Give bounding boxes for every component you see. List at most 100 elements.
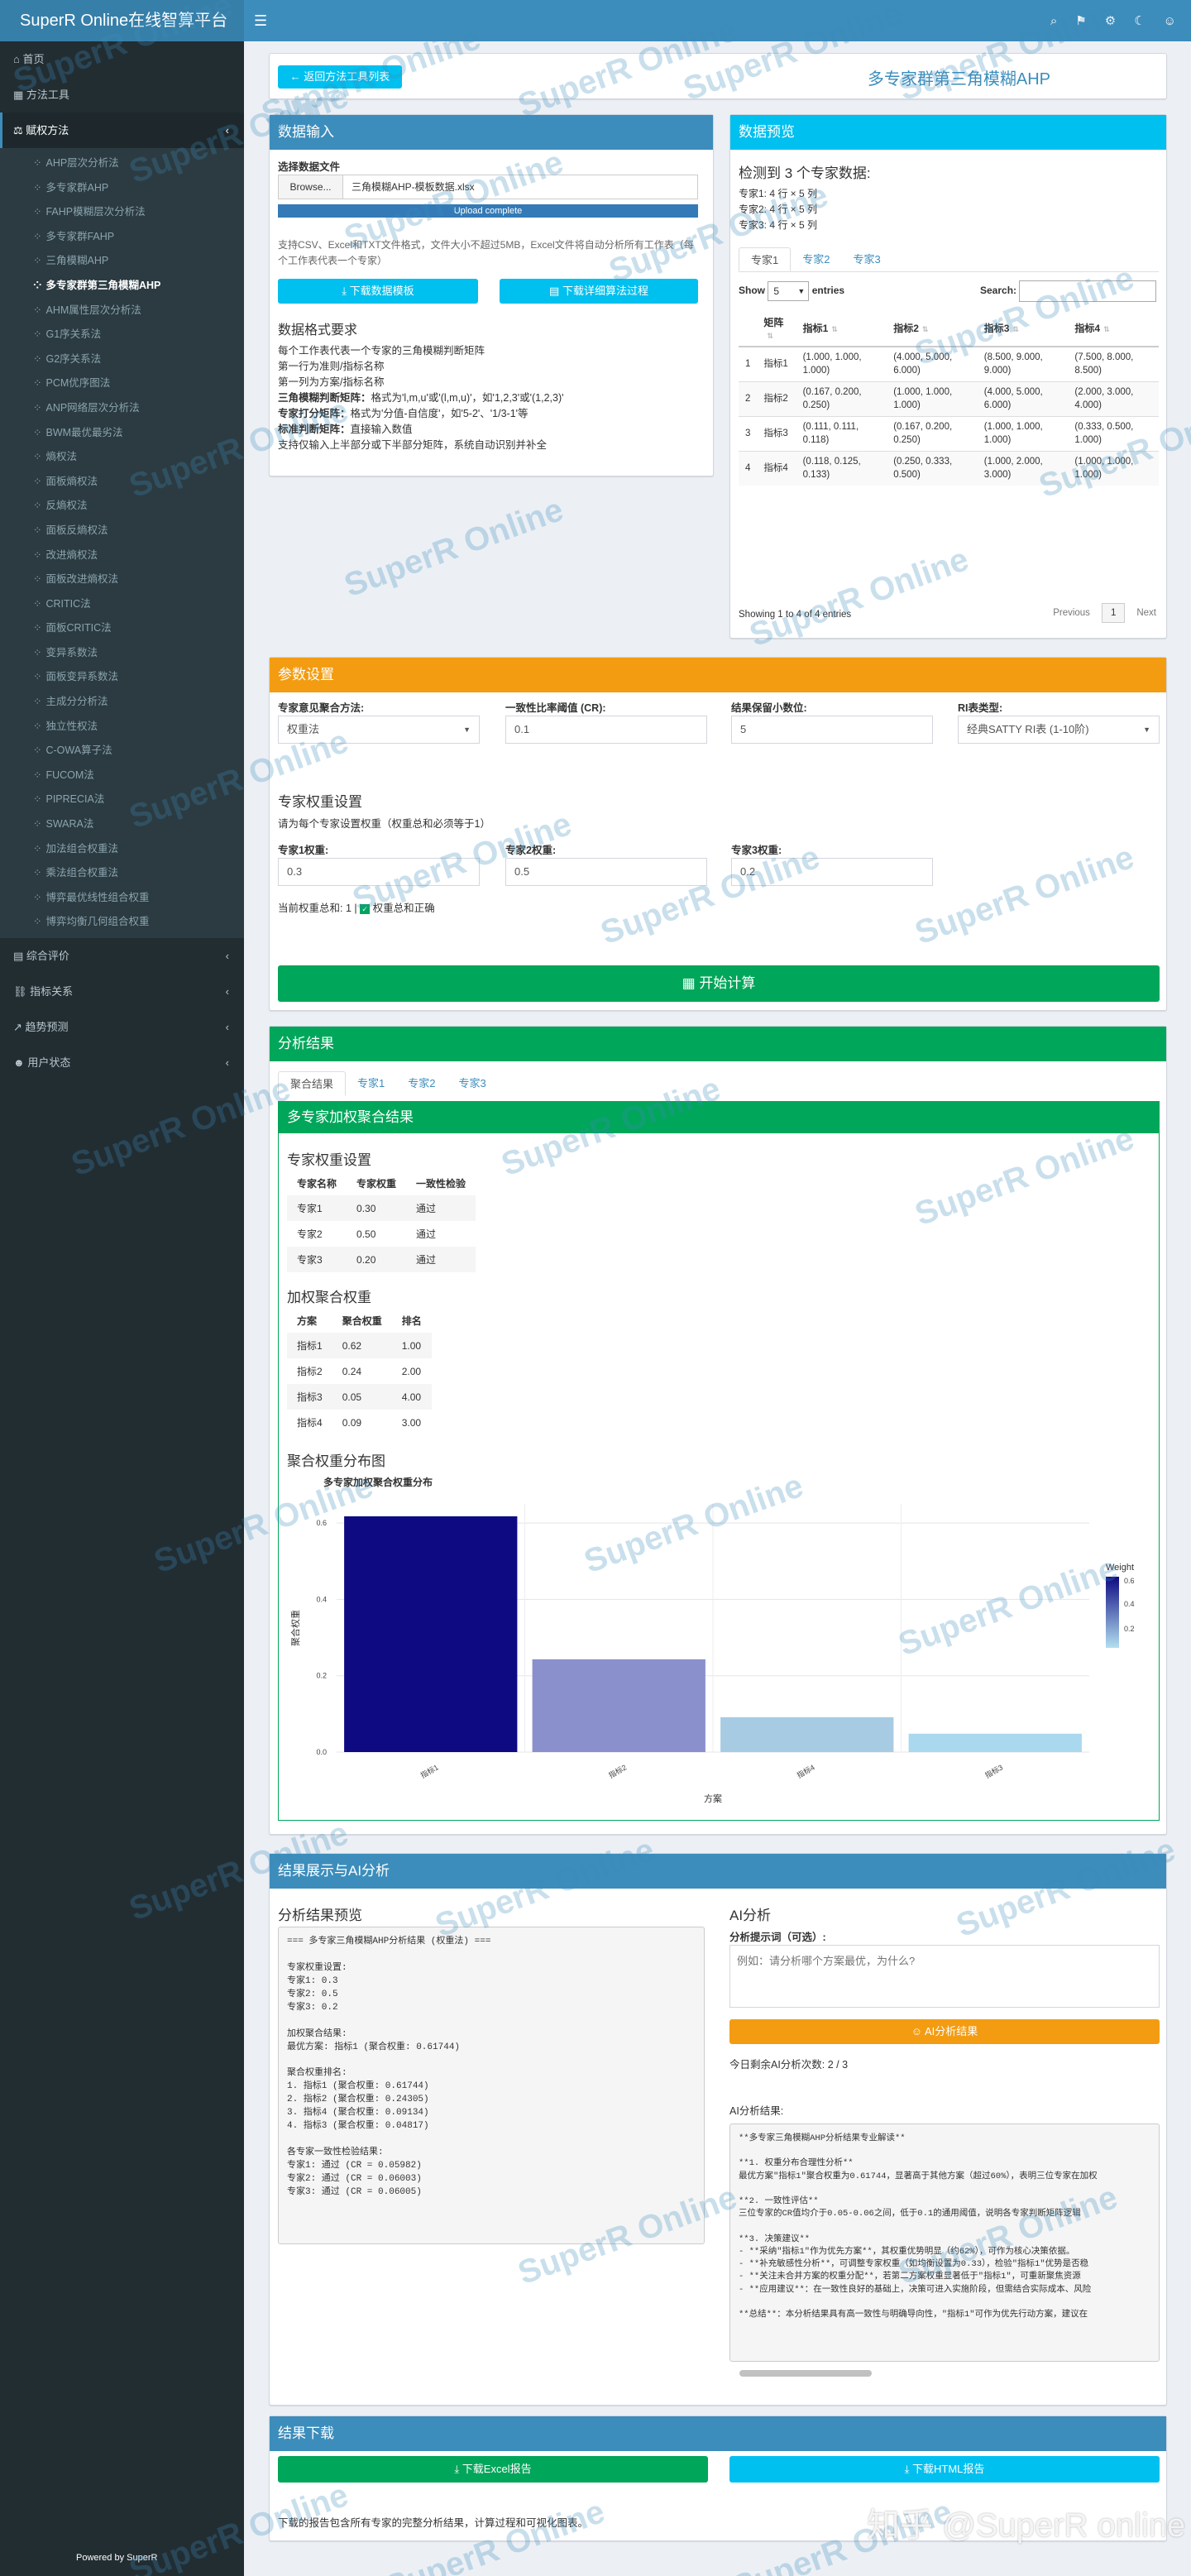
- sidebar-subitem[interactable]: ⁘ ANP网络层次分析法: [0, 396, 244, 421]
- sidebar-subitem[interactable]: ⁘ FUCOM法: [0, 764, 244, 788]
- prompt-label: 分析提示词（可选）:: [729, 1932, 826, 1943]
- sort-icon: ⇅: [1103, 325, 1110, 333]
- table-header[interactable]: 指标1 ⇅: [796, 310, 887, 347]
- sidebar-subitem[interactable]: ⁘ 乘法组合权重法: [0, 861, 244, 886]
- sidebar-subitem[interactable]: ⁘ 多专家群第三角模糊AHP: [0, 274, 244, 299]
- sidebar-item-home[interactable]: ⌂ 首页: [0, 41, 244, 77]
- expert3-weight-input[interactable]: 0.2: [731, 858, 933, 886]
- sidebar-subitem[interactable]: ⁘ 博弈均衡几何组合权重: [0, 910, 244, 935]
- sidebar-subitem[interactable]: ⁘ PCM优序图法: [0, 371, 244, 396]
- table-header[interactable]: 指标3 ⇅: [977, 310, 1069, 347]
- legend-colorbar: [1106, 1577, 1119, 1648]
- sidebar-subitem[interactable]: ⁘ C-OWA算子法: [0, 739, 244, 764]
- prev-page-button[interactable]: Previous: [1053, 608, 1090, 618]
- sum-ok-text: 权重总和正确: [372, 903, 435, 914]
- prompt-input[interactable]: [729, 1945, 1160, 2008]
- chevron-left-icon: ‹: [225, 1056, 229, 1069]
- table-header[interactable]: 矩阵⇅: [757, 310, 796, 347]
- sidebar-subitem[interactable]: ⁘ 加法组合权重法: [0, 837, 244, 862]
- sidebar-item-forecast[interactable]: ↗ 趋势预测 ‹: [0, 1009, 244, 1045]
- bullet-icon: ⁘: [33, 451, 42, 463]
- data-preview-title: 数据预览: [730, 115, 1166, 150]
- download-algorithm-button[interactable]: ▤ 下载详细算法过程: [500, 279, 698, 304]
- sidebar-subitem[interactable]: ⁘ 独立性权法: [0, 715, 244, 740]
- sidebar-subitem[interactable]: ⁘ G2序关系法: [0, 347, 244, 372]
- tab-expert2[interactable]: 专家2: [791, 247, 841, 271]
- tab-aggregate[interactable]: 聚合结果: [278, 1071, 347, 1096]
- y-tick-label: 0.2: [316, 1672, 327, 1680]
- sidebar-subitem[interactable]: ⁘ 面板CRITIC法: [0, 616, 244, 641]
- entries-select[interactable]: 5 ▼: [768, 280, 810, 301]
- sidebar-subitem[interactable]: ⁘ 面板变异系数法: [0, 665, 244, 690]
- sidebar-subitem[interactable]: ⁘ FAHP模糊层次分析法: [0, 200, 244, 225]
- sidebar-subitem[interactable]: ⁘ BWM最优最劣法: [0, 421, 244, 446]
- calculate-button[interactable]: ▦ 开始计算: [278, 965, 1160, 1002]
- sidebar-subitem[interactable]: ⁘ 面板熵权法: [0, 470, 244, 495]
- sidebar-item-weighting[interactable]: ⚖ 赋权方法 ‹: [0, 113, 244, 148]
- sidebar-subitem[interactable]: ⁘ 熵权法: [0, 445, 244, 470]
- sidebar-subitem[interactable]: ⁘ 反熵权法: [0, 494, 244, 519]
- sidebar-item-evaluation[interactable]: ▤ 综合评价 ‹: [0, 938, 244, 974]
- back-button[interactable]: ← 返回方法工具列表: [278, 65, 402, 89]
- sort-icon: ⇅: [767, 332, 773, 340]
- ai-analyze-button[interactable]: ☺ AI分析结果: [729, 2019, 1160, 2044]
- decimals-input[interactable]: 5: [731, 716, 933, 744]
- sidebar-subitem[interactable]: ⁘ AHP层次分析法: [0, 151, 244, 176]
- cr-input[interactable]: 0.1: [505, 716, 707, 744]
- expert1-weight-input[interactable]: 0.3: [278, 858, 480, 886]
- tab-result-expert3[interactable]: 专家3: [447, 1071, 497, 1096]
- download-title: 结果下载: [270, 2416, 1166, 2451]
- settings-icon[interactable]: ⚙: [1105, 13, 1116, 28]
- weight-sum: 当前权重总和: 1 | ✓ 权重总和正确: [278, 903, 435, 914]
- sidebar-item-relations[interactable]: ⛓ 指标关系 ‹: [0, 974, 244, 1009]
- sidebar-subitem[interactable]: ⁘ 改进熵权法: [0, 543, 244, 568]
- download-template-button[interactable]: ⤓ 下载数据模板: [278, 279, 478, 304]
- search-icon[interactable]: ⌕: [1050, 14, 1057, 28]
- page-1-button[interactable]: 1: [1101, 603, 1126, 623]
- tab-result-expert1[interactable]: 专家1: [346, 1071, 396, 1096]
- browse-button[interactable]: Browse...: [279, 175, 343, 199]
- sidebar-item-user[interactable]: ☻ 用户状态 ‹: [0, 1045, 244, 1080]
- download-html-button[interactable]: ⤓ 下载HTML报告: [729, 2456, 1160, 2483]
- tab-result-expert2[interactable]: 专家2: [396, 1071, 447, 1096]
- menu-toggle-icon[interactable]: ☰: [254, 0, 267, 41]
- sidebar-subitem[interactable]: ⁘ 博弈最优线性组合权重: [0, 886, 244, 911]
- horizontal-scrollbar[interactable]: [739, 2370, 872, 2377]
- bullet-icon: ⁘: [33, 500, 42, 512]
- arrow-left-icon: ←: [289, 70, 301, 83]
- sidebar-subitem[interactable]: ⁘ SWARA法: [0, 812, 244, 837]
- sidebar-subitem[interactable]: ⁘ PIPRECIA法: [0, 788, 244, 812]
- sidebar-subitem[interactable]: ⁘ 多专家群FAHP: [0, 225, 244, 250]
- sidebar-subitem[interactable]: ⁘ 多专家群AHP: [0, 176, 244, 201]
- sidebar-subitem[interactable]: ⁘ CRITIC法: [0, 592, 244, 617]
- next-page-button[interactable]: Next: [1136, 608, 1156, 618]
- sidebar-subitem[interactable]: ⁘ 变异系数法: [0, 641, 244, 666]
- search-input[interactable]: [1019, 280, 1157, 302]
- chevron-down-icon: ▼: [1143, 725, 1150, 734]
- aggregation-select[interactable]: 权重法 ▼: [278, 716, 480, 744]
- table-header[interactable]: 指标2 ⇅: [887, 310, 978, 347]
- dark-mode-icon[interactable]: ☾: [1134, 13, 1145, 28]
- tab-expert3[interactable]: 专家3: [841, 247, 892, 271]
- aggregate-weight-chart: 多专家加权聚合权重分布 0.0 0.2 0.4 0.6 指标1 指标2 指标4 指标3 方案 聚合权…: [289, 1476, 1135, 1804]
- app-brand[interactable]: SuperR Online在线智算平台: [0, 0, 244, 41]
- sidebar-subitem[interactable]: ⁘ 三角模糊AHP: [0, 249, 244, 274]
- tab-expert1[interactable]: 专家1: [739, 247, 792, 271]
- download-excel-button[interactable]: ⤓ 下载Excel报告: [278, 2456, 708, 2483]
- ri-select[interactable]: 经典SATTY RI表 (1-10阶) ▼: [958, 716, 1160, 744]
- sidebar-subitem[interactable]: ⁘ 面板改进熵权法: [0, 567, 244, 592]
- table-cell: 通过: [406, 1195, 476, 1221]
- user-icon[interactable]: ☺: [1164, 14, 1176, 28]
- table-header[interactable]: 指标4 ⇅: [1068, 310, 1159, 347]
- sidebar-subitem[interactable]: ⁘ 主成分分析法: [0, 690, 244, 715]
- table-row: 4 指标4 (0.118, 0.125, 0.133) (0.250, 0.333, …: [739, 451, 1159, 486]
- bullet-icon: ⁘: [33, 279, 42, 291]
- expert2-weight-input[interactable]: 0.5: [505, 858, 707, 886]
- sidebar-subitem[interactable]: ⁘ G1序关系法: [0, 323, 244, 347]
- file-input[interactable]: Browse... 三角模糊AHP-模板数据.xlsx: [278, 175, 698, 199]
- sidebar-item-tools[interactable]: ▦ 方法工具: [0, 77, 244, 113]
- flag-icon[interactable]: ⚑: [1075, 13, 1086, 28]
- table-cell: (0.167, 0.200, 0.250): [887, 416, 978, 452]
- sidebar-subitem[interactable]: ⁘ 面板反熵权法: [0, 519, 244, 543]
- sidebar-subitem[interactable]: ⁘ AHM属性层次分析法: [0, 299, 244, 323]
